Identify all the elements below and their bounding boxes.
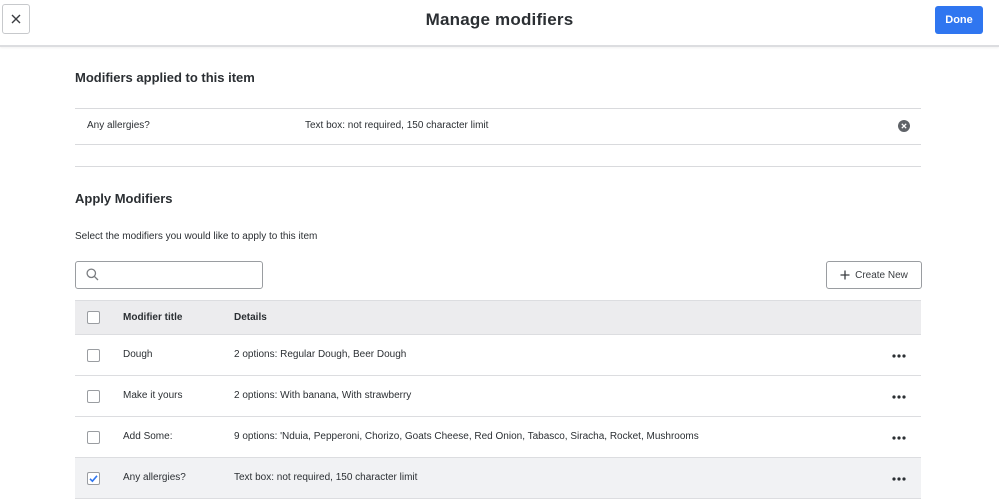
create-new-button[interactable]: Create New [826, 261, 922, 289]
apply-section-title: Apply Modifiers [75, 191, 173, 206]
create-new-label: Create New [855, 269, 908, 281]
applied-section-title: Modifiers applied to this item [75, 70, 255, 85]
table-row[interactable]: Make it yours 2 options: With banana, Wi… [75, 376, 921, 417]
more-horizontal-icon[interactable] [892, 477, 906, 481]
row-checkbox[interactable] [87, 390, 100, 403]
select-all-checkbox[interactable] [87, 311, 100, 324]
more-horizontal-icon[interactable] [892, 436, 906, 440]
table-row[interactable]: Add Some: 9 options: 'Nduia, Pepperoni, … [75, 417, 921, 458]
table-row[interactable]: Dough 2 options: Regular Dough, Beer Dou… [75, 335, 921, 376]
modifier-details: 9 options: 'Nduia, Pepperoni, Chorizo, G… [234, 431, 699, 442]
apply-section-subtitle: Select the modifiers you would like to a… [75, 231, 318, 242]
row-checkbox[interactable] [87, 472, 100, 485]
modifier-details: 2 options: Regular Dough, Beer Dough [234, 349, 407, 360]
modifiers-table: Modifier title Details Dough 2 options: … [75, 300, 921, 499]
table-header: Modifier title Details [75, 300, 921, 335]
modifier-title: Add Some: [123, 431, 173, 442]
column-header-title: Modifier title [123, 312, 183, 323]
applied-modifier-details: Text box: not required, 150 character li… [305, 120, 489, 131]
applied-modifier-row: Any allergies? Text box: not required, 1… [75, 108, 921, 145]
more-horizontal-icon[interactable] [892, 395, 906, 399]
search-input[interactable] [75, 261, 263, 289]
check-icon [89, 475, 98, 483]
modifier-title: Dough [123, 349, 153, 360]
search-icon [86, 268, 99, 281]
remove-circle-icon[interactable] [898, 120, 910, 132]
applied-modifier-name: Any allergies? [87, 120, 150, 131]
section-divider [75, 166, 921, 167]
modifier-details: 2 options: With banana, With strawberry [234, 390, 412, 401]
row-checkbox[interactable] [87, 431, 100, 444]
more-horizontal-icon[interactable] [892, 354, 906, 358]
modifier-title: Make it yours [123, 390, 183, 401]
top-bar: Manage modifiers Done [0, 0, 999, 47]
row-checkbox[interactable] [87, 349, 100, 362]
table-row[interactable]: Any allergies? Text box: not required, 1… [75, 458, 921, 499]
page-title: Manage modifiers [425, 10, 574, 29]
plus-icon [840, 270, 850, 280]
modifier-title: Any allergies? [123, 472, 186, 483]
modifier-details: Text box: not required, 150 character li… [234, 472, 418, 483]
column-header-details: Details [234, 312, 267, 323]
done-button[interactable]: Done [935, 6, 983, 34]
